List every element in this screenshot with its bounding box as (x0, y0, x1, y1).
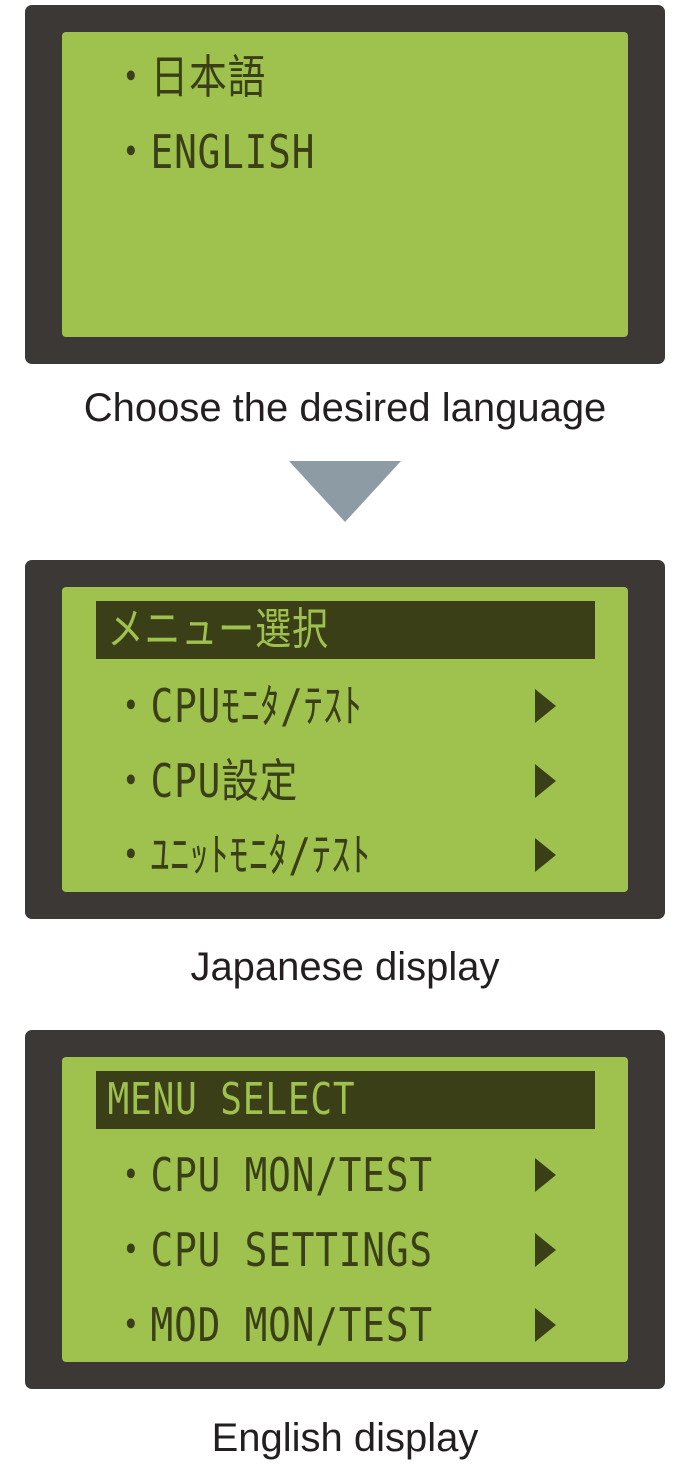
japanese-menu-header: メニュー選択 (96, 601, 595, 659)
japanese-menu-item-label: ・ﾕﾆｯﾄﾓﾆﾀ/ﾃｽﾄ (112, 828, 371, 882)
language-caption: Choose the desired language (83, 386, 607, 430)
japanese-menu-item-label: ・CPUﾓﾆﾀ/ﾃｽﾄ (112, 679, 363, 733)
right-triangle-icon (535, 838, 556, 872)
japanese-menu-item-label: ・CPU設定 (112, 754, 299, 808)
english-lcd-screen: MENU SELECT ・CPU MON/TEST ・CPU SETTINGS … (62, 1057, 628, 1362)
japanese-menu-item-cpu-monitor[interactable]: ・CPUﾓﾆﾀ/ﾃｽﾄ (112, 675, 608, 737)
english-caption: English display (211, 1416, 479, 1460)
english-menu-item-label: ・CPU MON/TEST (112, 1148, 433, 1202)
right-triangle-icon (535, 1158, 556, 1192)
english-lcd-bezel: MENU SELECT ・CPU MON/TEST ・CPU SETTINGS … (25, 1030, 665, 1389)
japanese-lcd-screen: メニュー選択 ・CPUﾓﾆﾀ/ﾃｽﾄ ・CPU設定 ・ﾕﾆｯﾄﾓﾆﾀ/ﾃｽﾄ (62, 587, 628, 892)
right-triangle-icon (535, 1308, 556, 1342)
english-menu-item-label: ・CPU SETTINGS (112, 1223, 433, 1277)
english-menu-item-cpu-mon-test[interactable]: ・CPU MON/TEST (112, 1144, 608, 1206)
japanese-menu-item-unit-monitor[interactable]: ・ﾕﾆｯﾄﾓﾆﾀ/ﾃｽﾄ (112, 824, 608, 886)
japanese-menu-header-label: メニュー選択 (107, 604, 329, 655)
language-option-english-label: ・ENGLISH (112, 125, 316, 179)
japanese-caption: Japanese display (190, 945, 500, 989)
language-option-japanese-label: ・日本語 (112, 50, 267, 104)
english-menu-header: MENU SELECT (96, 1071, 595, 1129)
right-triangle-icon (535, 1233, 556, 1267)
language-lcd-bezel: ・日本語 ・ENGLISH (25, 5, 665, 364)
english-menu-item-label: ・MOD MON/TEST (112, 1298, 433, 1352)
japanese-menu-item-cpu-settings[interactable]: ・CPU設定 (112, 750, 608, 812)
english-menu-item-cpu-settings[interactable]: ・CPU SETTINGS (112, 1219, 608, 1281)
language-option-japanese[interactable]: ・日本語 (112, 46, 608, 108)
language-lcd-screen: ・日本語 ・ENGLISH (62, 32, 628, 337)
down-triangle-icon (289, 461, 401, 522)
english-menu-header-label: MENU SELECT (107, 1074, 356, 1125)
japanese-lcd-bezel: メニュー選択 ・CPUﾓﾆﾀ/ﾃｽﾄ ・CPU設定 ・ﾕﾆｯﾄﾓﾆﾀ/ﾃｽﾄ (25, 560, 665, 919)
right-triangle-icon (535, 689, 556, 723)
language-option-english[interactable]: ・ENGLISH (112, 121, 608, 183)
right-triangle-icon (535, 764, 556, 798)
english-menu-item-mod-mon-test[interactable]: ・MOD MON/TEST (112, 1294, 608, 1356)
